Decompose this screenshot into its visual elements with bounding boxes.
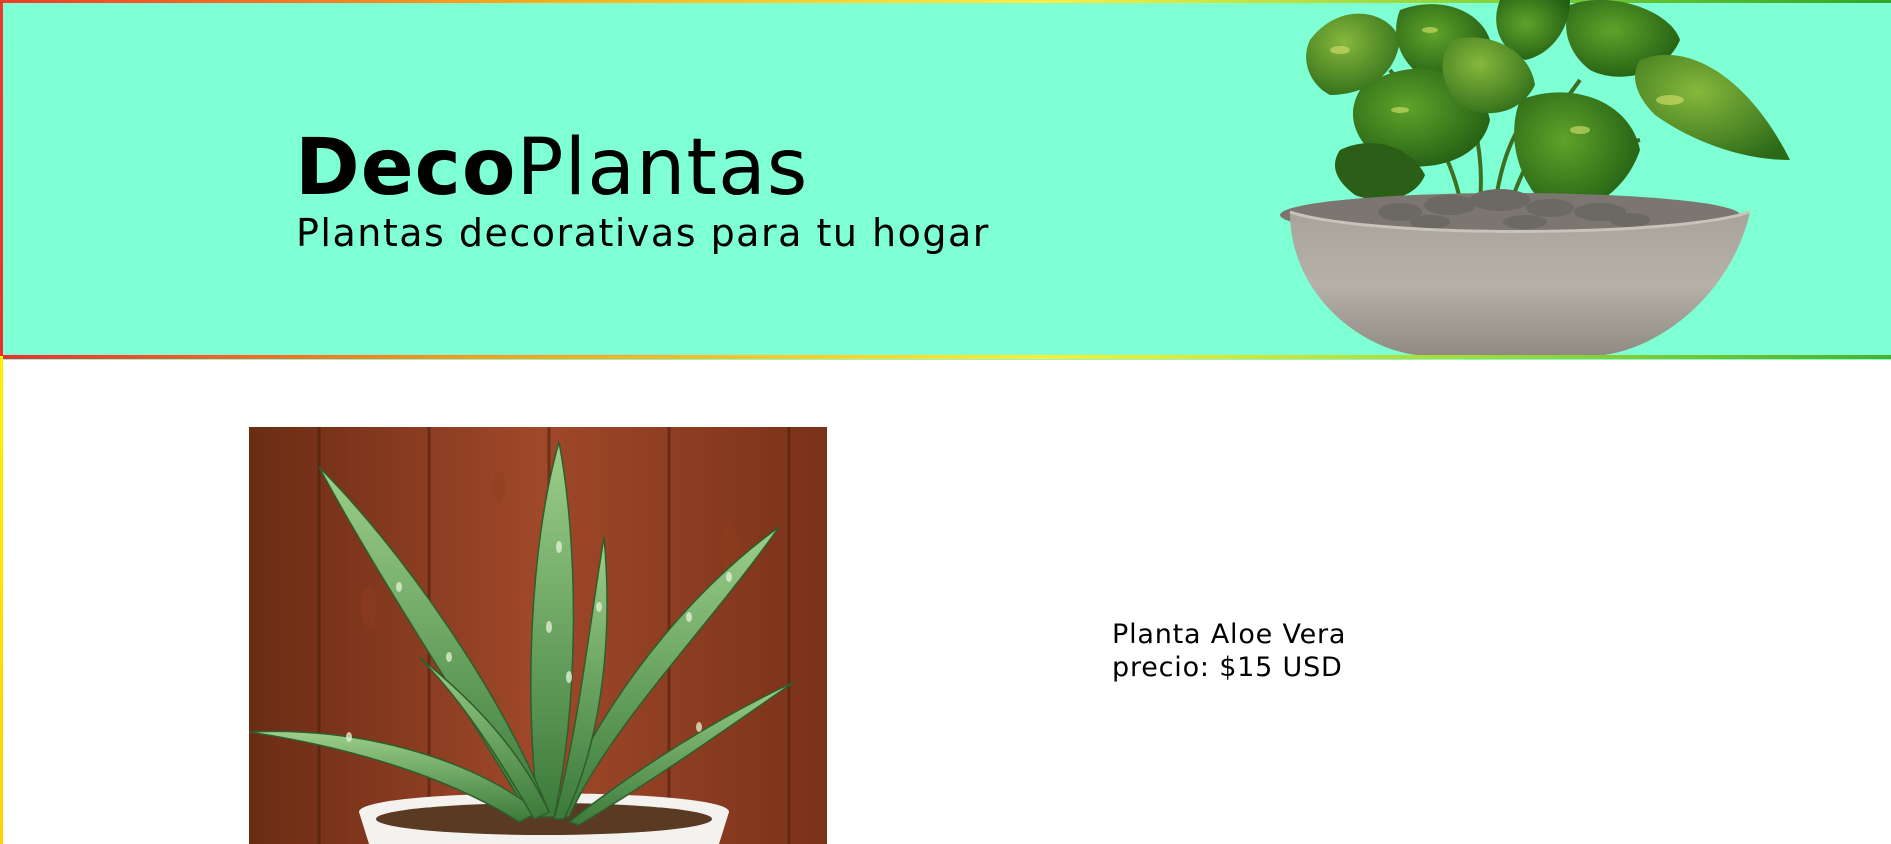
site-brand: DecoPlantas — [295, 122, 808, 214]
product-price: precio: $15 USD — [1112, 652, 1343, 683]
brand-light-text: Plantas — [516, 123, 809, 213]
page: DecoPlantas Plantas decorativas para tu … — [0, 0, 1891, 844]
product-info: Planta Aloe Vera precio: $15 USD — [1112, 618, 1346, 684]
pothos-plant-image — [1280, 0, 1790, 356]
product-name: Planta Aloe Vera — [1112, 619, 1347, 650]
site-header: DecoPlantas Plantas decorativas para tu … — [0, 0, 1891, 360]
header-border-left — [0, 0, 3, 359]
header-border-bottom — [0, 355, 1891, 359]
page-left-border — [0, 356, 3, 844]
site-tagline: Plantas decorativas para tu hogar — [296, 211, 990, 255]
brand-bold-text: Deco — [295, 123, 517, 213]
aloe-vera-image — [249, 427, 827, 844]
